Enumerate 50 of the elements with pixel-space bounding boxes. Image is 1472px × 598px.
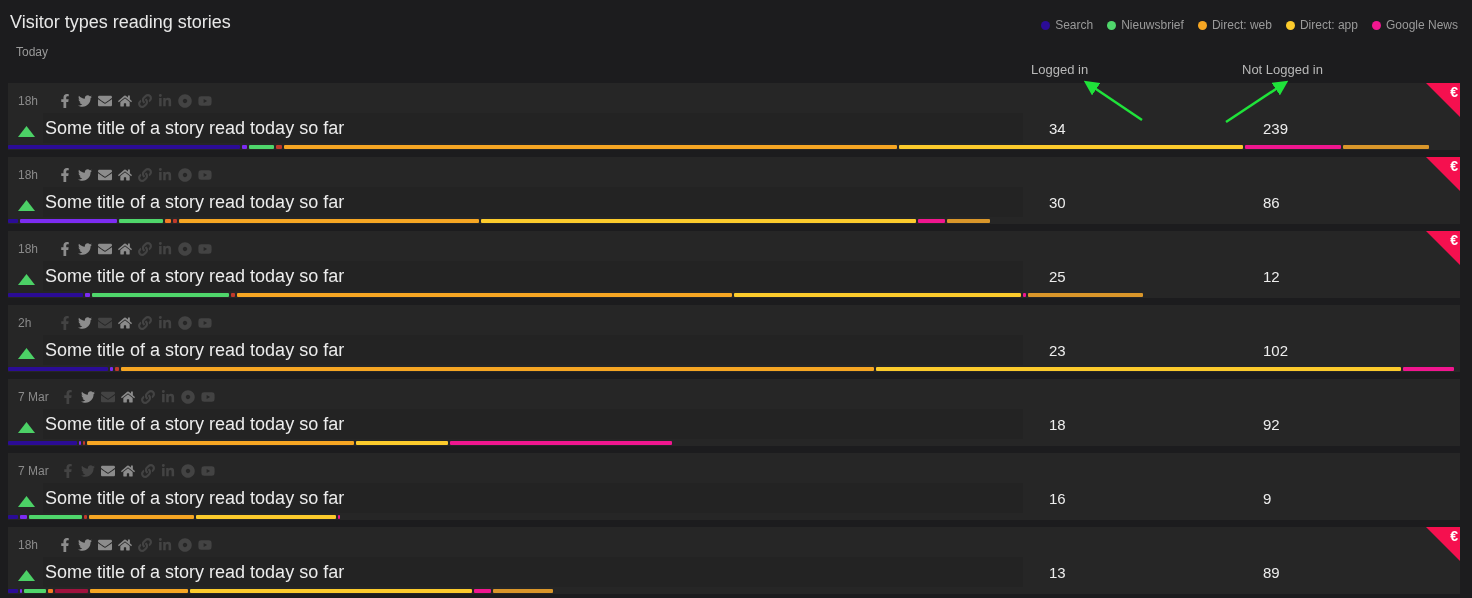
legend-label: Google News: [1385, 18, 1458, 32]
trend-up-icon: [18, 199, 35, 211]
annotation-arrow: [1083, 80, 1143, 122]
logged-in-count: 25: [1048, 267, 1067, 285]
not-logged-in-count: 102: [1262, 341, 1290, 359]
trend-up-icon: [18, 273, 35, 285]
story-row[interactable]: 2h Some title of a story read today so far 23 102: [8, 305, 1460, 372]
not-logged-in-count: 86: [1262, 193, 1281, 211]
story-time: 18h: [18, 94, 40, 108]
trend-up-icon: [18, 347, 35, 359]
period-label: Today: [16, 45, 50, 59]
trend-up-icon: [18, 569, 35, 581]
story-time: 18h: [18, 168, 40, 182]
story-row[interactable]: 18h Some title of a story read today so far 34 239 €: [8, 83, 1460, 150]
not-logged-in-count: 92: [1262, 415, 1281, 433]
legend-label: Search: [1055, 18, 1094, 32]
legend-label: Nieuwsbrief: [1121, 18, 1184, 32]
column-header: Not Logged in: [1242, 61, 1324, 77]
not-logged-in-count: 9: [1262, 489, 1273, 507]
story-row[interactable]: 18h Some title of a story read today so far 25 12 €: [8, 231, 1460, 298]
column-header: Logged in: [1031, 61, 1090, 77]
story-row[interactable]: 18h Some title of a story read today so far 13 89 €: [8, 527, 1460, 594]
logged-in-count: 30: [1048, 193, 1067, 211]
logged-in-count: 13: [1048, 563, 1067, 581]
story-time: 2h: [18, 316, 33, 330]
story-time: 18h: [18, 242, 40, 256]
premium-label: €: [1450, 158, 1458, 174]
not-logged-in-count: 89: [1262, 563, 1281, 581]
trend-up-icon: [18, 495, 35, 507]
logged-in-count: 16: [1048, 489, 1067, 507]
legend-label: Direct: app: [1299, 18, 1358, 32]
logged-in-count: 18: [1048, 415, 1067, 433]
story-row[interactable]: 18h Some title of a story read today so far 30 86 €: [8, 157, 1460, 224]
story-time: 7 Mar: [18, 464, 49, 478]
trend-up-icon: [18, 125, 35, 137]
legend-label: Direct: web: [1211, 18, 1272, 32]
story-row[interactable]: 7 Mar Some title of a story read today so far 16 9: [8, 453, 1460, 520]
story-row[interactable]: 7 Mar Some title of a story read today so far 18 92: [8, 379, 1460, 446]
premium-label: €: [1450, 232, 1458, 248]
logged-in-count: 23: [1048, 341, 1067, 359]
story-time: 7 Mar: [18, 390, 49, 404]
premium-label: €: [1450, 528, 1458, 544]
not-logged-in-count: 239: [1262, 119, 1290, 137]
annotation-arrow: [1225, 80, 1289, 124]
panel-title: Visitor types reading stories: [10, 12, 231, 33]
trend-up-icon: [18, 421, 35, 433]
story-time: 18h: [18, 538, 40, 552]
logged-in-count: 34: [1048, 119, 1067, 137]
not-logged-in-count: 12: [1262, 267, 1281, 285]
premium-label: €: [1450, 84, 1458, 100]
